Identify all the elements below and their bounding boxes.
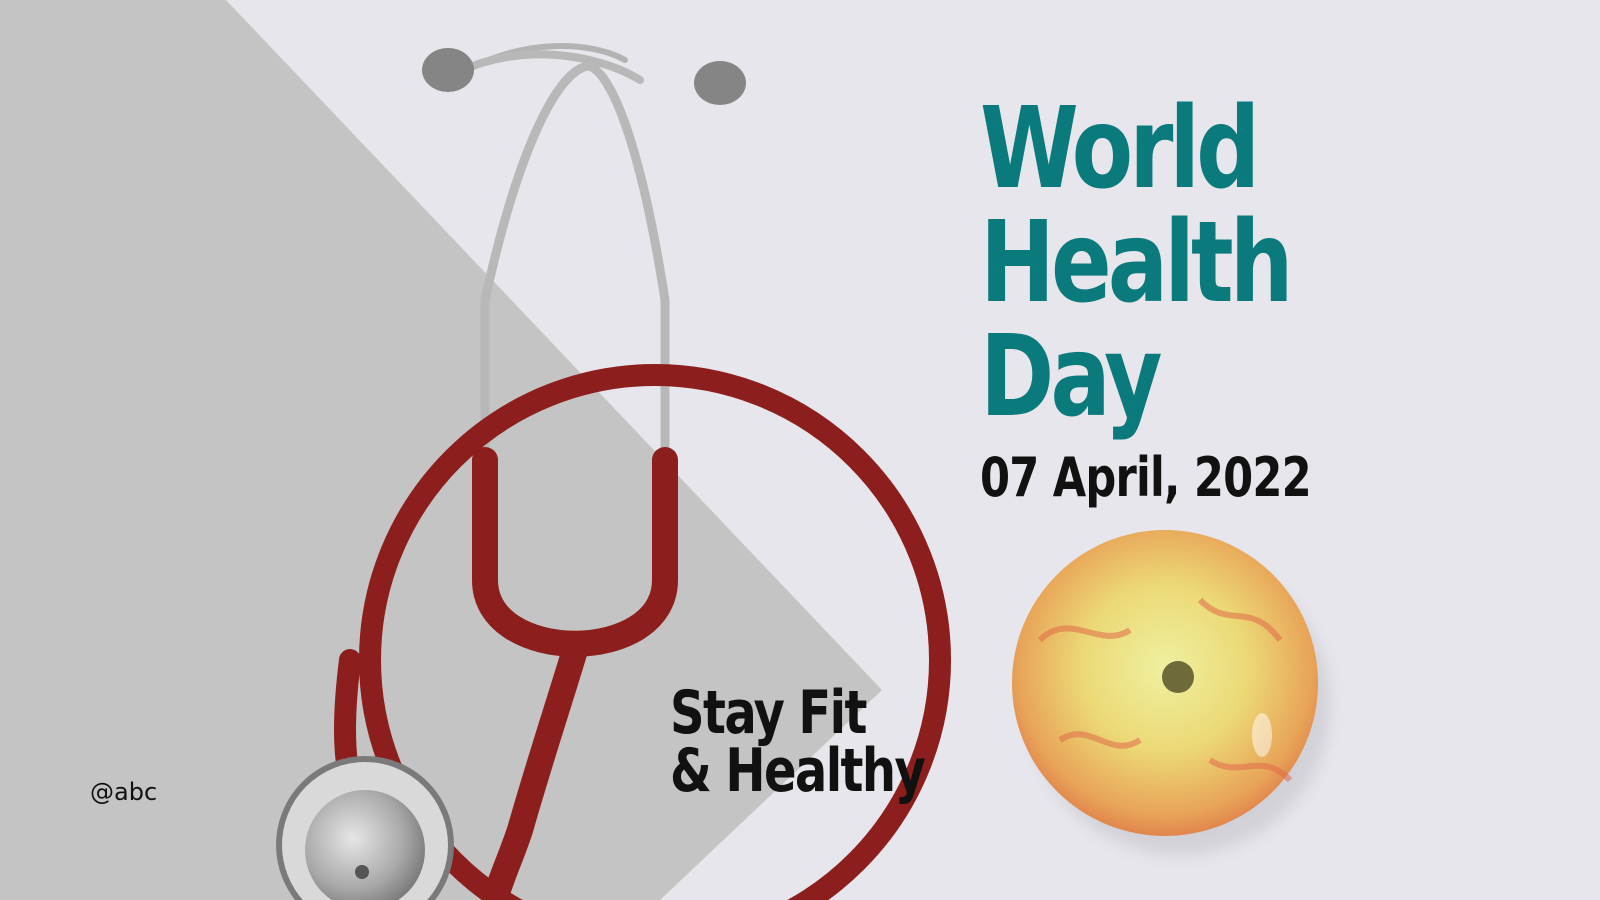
title-line-day: Day: [980, 312, 1162, 442]
slogan: Stay Fit & Healthy: [670, 678, 926, 806]
slogan-line-2: & Healthy: [670, 736, 926, 806]
slogan-line-1: Stay Fit: [670, 678, 867, 748]
poster-title: World Health Day: [980, 84, 1294, 442]
title-line-world: World: [980, 84, 1260, 214]
title-line-health: Health: [980, 198, 1294, 328]
poster-canvas: World Health Day 07 April, 2022 Stay Fit…: [0, 0, 1600, 900]
event-date: 07 April, 2022: [980, 446, 1312, 509]
social-handle: @abc: [90, 778, 158, 806]
